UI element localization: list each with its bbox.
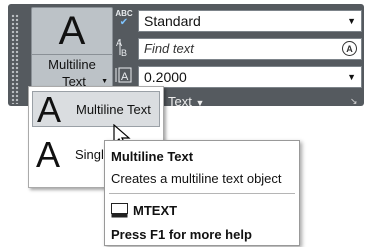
chevron-down-icon: ▼: [347, 72, 356, 82]
panel-expand-arrow-icon: ▼: [195, 98, 205, 108]
svg-text:A: A: [116, 38, 122, 48]
tooltip-command-name: MTEXT: [133, 203, 178, 218]
command-line-icon: [111, 203, 128, 218]
text-height-dropdown[interactable]: 0.2000 ▼: [138, 66, 362, 88]
split-divider: [32, 54, 112, 55]
menu-item-label: Singl: [75, 147, 104, 162]
find-search-icon[interactable]: A: [342, 41, 357, 56]
find-text-input[interactable]: Find text A: [138, 38, 362, 60]
text-style-value: Standard: [144, 13, 201, 29]
chevron-down-icon: ▼: [347, 16, 356, 26]
menu-item-label: Multiline Text: [76, 102, 151, 117]
text-style-icon: ABC ✔: [115, 9, 133, 28]
text-a-icon: A: [58, 9, 86, 53]
tooltip-description: Creates a multiline text object: [111, 171, 282, 186]
dialog-launcher-icon[interactable]: ↘: [350, 96, 358, 107]
find-text-placeholder: Find text: [144, 41, 194, 56]
multiline-text-split-button[interactable]: A Multiline Text ▼: [31, 7, 113, 95]
single-line-text-icon: A: [36, 134, 61, 175]
text-height-icon: A: [114, 65, 134, 85]
text-style-dropdown[interactable]: Standard ▼: [138, 10, 362, 32]
find-text-icon: A B: [114, 37, 134, 58]
svg-text:B: B: [121, 48, 127, 57]
tooltip-title: Multiline Text: [111, 149, 194, 164]
menu-item-multiline-text[interactable]: A Multiline Text: [32, 89, 160, 130]
tooltip-help-hint: Press F1 for more help: [111, 227, 252, 242]
svg-text:A: A: [121, 71, 129, 83]
text-height-value: 0.2000: [144, 69, 187, 85]
split-button-dropdown-arrow[interactable]: ▼: [101, 78, 108, 85]
tooltip-separator: [109, 193, 295, 194]
panel-grip-handle[interactable]: [11, 14, 19, 104]
multiline-text-icon: A: [37, 89, 62, 130]
split-button-label-line1: Multiline: [48, 57, 96, 72]
command-tooltip: Multiline Text Creates a multiline text …: [104, 140, 300, 246]
text-panel-title[interactable]: Text ▼: [168, 94, 204, 109]
